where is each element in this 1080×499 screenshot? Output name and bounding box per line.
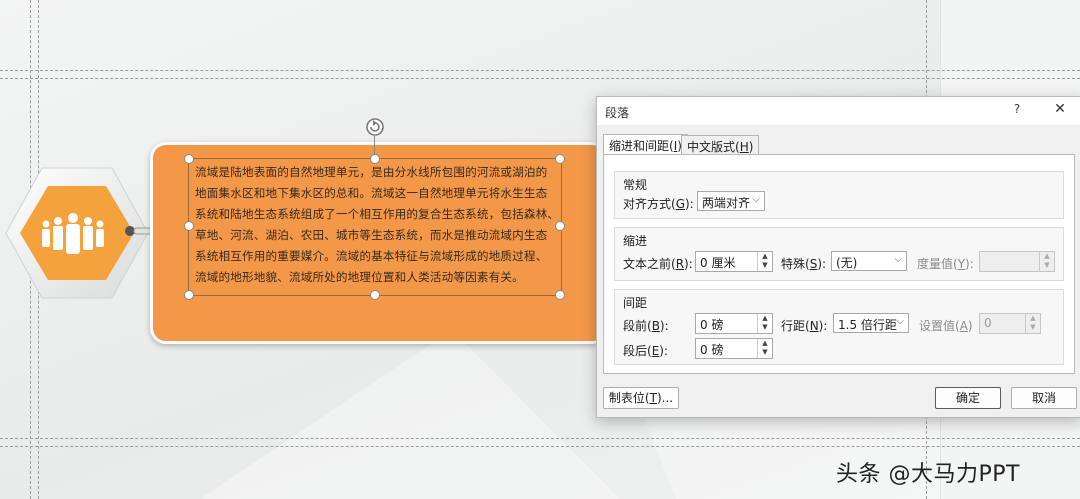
rotate-handle-icon[interactable] (364, 116, 386, 138)
resize-handle-bottom-left[interactable] (184, 290, 194, 300)
set-value-label: 设置值(A) (919, 319, 973, 333)
measure-input[interactable]: ▲ ▼ (979, 251, 1055, 272)
group-title: 缩进 (623, 234, 648, 248)
spinner-arrows[interactable]: ▲ ▼ (1025, 314, 1040, 333)
special-label: 特殊(S): (781, 257, 827, 271)
arrow-up-icon: ▲ (762, 339, 768, 347)
group-title: 常规 (623, 178, 648, 192)
watermark-text: 头条 @大马力PPT (836, 462, 1020, 487)
arrow-up-icon: ▲ (762, 252, 768, 260)
arrow-up-icon: ▲ (762, 314, 768, 322)
paragraph-text[interactable]: 流域是陆地表面的自然地理单元，是由分水线所包围的河流或湖泊的 地面集水区和地下集… (195, 162, 565, 288)
group-spacing: 间距 段前(B): 0 磅 ▲ ▼ 段后(E): 0 磅 ▲ ▼ 行距(N): 1.… (614, 289, 1064, 365)
tab-panel: 常规 对齐方式(G): 两端对齐 ⌵ 缩进 文本之前(R): 0 厘米 ▲ ▼ 特殊… (603, 154, 1075, 374)
tab-chinese-typography[interactable]: 中文版式(H) (681, 135, 760, 154)
arrow-down-icon: ▼ (1044, 261, 1050, 269)
arrow-down-icon: ▼ (1030, 323, 1036, 331)
tab-indent-spacing[interactable]: 缩进和间距(I) (603, 134, 688, 155)
group-title: 间距 (623, 296, 648, 310)
resize-handle-right[interactable] (555, 221, 565, 231)
arrow-down-icon: ▼ (762, 348, 768, 356)
paragraph-dialog: 段落 ? ✕ 缩进和间距(I) 中文版式(H) 常规 对齐方式(G): 两端对齐… (596, 96, 1080, 418)
resize-handle-bottom-right[interactable] (555, 290, 565, 300)
ok-button[interactable]: 确定 (935, 387, 1001, 409)
measure-label: 度量值(Y): (917, 257, 974, 271)
group-indent: 缩进 文本之前(R): 0 厘米 ▲ ▼ 特殊(S): (无) ⌵ 度量值(Y): … (614, 227, 1064, 281)
paragraph-line: 草地、河流、湖泊、农田、城市等生态系统，而水是推动流域内生态 (195, 228, 548, 242)
arrow-up-icon: ▲ (1044, 252, 1050, 260)
chevron-down-icon: ⌵ (752, 194, 760, 205)
space-before-input[interactable]: 0 磅 ▲ ▼ (695, 313, 773, 334)
chevron-down-icon: ⌵ (896, 316, 904, 327)
close-icon[interactable]: ✕ (1051, 101, 1069, 117)
guide-line-horizontal (0, 438, 1080, 439)
spinner-arrows[interactable]: ▲ ▼ (757, 314, 772, 333)
paragraph-line: 流域的地形地貌、流域所处的地理位置和人类活动等因素有关。 (195, 270, 524, 284)
special-select[interactable]: (无) ⌵ (831, 251, 907, 271)
indent-before-input[interactable]: 0 厘米 ▲ ▼ (695, 251, 773, 272)
chevron-down-icon: ⌵ (894, 254, 902, 265)
cancel-button[interactable]: 取消 (1011, 387, 1077, 409)
spinner-arrows[interactable]: ▲ ▼ (757, 252, 772, 271)
arrow-down-icon: ▼ (762, 261, 768, 269)
spinner-arrows[interactable]: ▲ ▼ (757, 339, 772, 358)
tab-stops-button[interactable]: 制表位(T)... (603, 387, 679, 409)
paragraph-line: 系统和陆地生态系统组成了一个相互作用的复合生态系统，包括森林、 (195, 207, 560, 221)
arrow-down-icon: ▼ (762, 323, 768, 331)
space-before-label: 段前(B): (623, 319, 669, 333)
spinner-arrows[interactable]: ▲ ▼ (1039, 252, 1054, 271)
arrow-up-icon: ▲ (1030, 314, 1036, 322)
resize-handle-top-right[interactable] (555, 154, 565, 164)
help-icon[interactable]: ? (1009, 102, 1025, 116)
guide-line-horizontal (0, 70, 1080, 71)
paragraph-line: 系统相互作用的重要媒介。流域的基本特征与流域形成的地质过程、 (195, 249, 548, 263)
resize-handle-left[interactable] (184, 221, 194, 231)
guide-line-horizontal (0, 78, 1080, 79)
space-after-label: 段后(E): (623, 344, 669, 358)
set-value-input[interactable]: 0 ▲ ▼ (979, 313, 1041, 334)
indent-before-label: 文本之前(R): (623, 257, 693, 271)
dialog-title: 段落 (605, 106, 630, 120)
guide-line-horizontal (0, 446, 1080, 447)
resize-handle-top[interactable] (370, 154, 380, 164)
people-group-icon (38, 212, 108, 258)
paragraph-line: 地面集水区和地下集水区的总和。流域这一自然地理单元将水生生态 (195, 186, 548, 200)
alignment-select[interactable]: 两端对齐 ⌵ (697, 191, 765, 211)
background-facet (200, 330, 620, 499)
line-spacing-label: 行距(N): (781, 319, 828, 333)
resize-handle-bottom[interactable] (370, 290, 380, 300)
alignment-label: 对齐方式(G): (623, 197, 694, 211)
space-after-input[interactable]: 0 磅 ▲ ▼ (695, 338, 773, 359)
group-general: 常规 对齐方式(G): 两端对齐 ⌵ (614, 171, 1064, 219)
dialog-titlebar[interactable]: 段落 ? ✕ (597, 97, 1080, 125)
resize-handle-top-left[interactable] (184, 154, 194, 164)
paragraph-line: 流域是陆地表面的自然地理单元，是由分水线所包围的河流或湖泊的 (195, 165, 548, 179)
line-spacing-select[interactable]: 1.5 倍行距 ⌵ (833, 313, 909, 333)
